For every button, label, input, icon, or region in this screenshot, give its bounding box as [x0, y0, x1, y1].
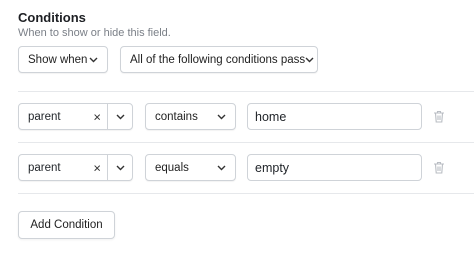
condition-field-value: parent [28, 110, 61, 123]
condition-field-select[interactable]: parent × [18, 103, 133, 130]
divider [18, 193, 474, 194]
condition-value-input[interactable]: home [247, 103, 422, 130]
condition-match-select[interactable]: All of the following conditions pass [120, 46, 318, 73]
field-dropdown-toggle[interactable] [107, 155, 132, 180]
divider [18, 91, 474, 92]
chevron-down-icon [116, 163, 125, 172]
chevron-down-icon [217, 112, 226, 121]
visibility-mode-value: Show when [28, 53, 88, 66]
close-icon[interactable]: × [93, 161, 101, 174]
condition-field-select[interactable]: parent × [18, 154, 133, 181]
condition-match-value: All of the following conditions pass [130, 53, 306, 66]
condition-value-input[interactable]: empty [247, 154, 422, 181]
chevron-down-icon [305, 55, 314, 64]
section-title: Conditions [18, 10, 86, 25]
add-condition-button[interactable]: Add Condition [18, 211, 115, 239]
divider [18, 142, 474, 143]
chevron-down-icon [89, 55, 98, 64]
condition-operator-select[interactable]: contains [145, 103, 236, 130]
condition-operator-select[interactable]: equals [145, 154, 236, 181]
add-condition-label: Add Condition [30, 219, 103, 231]
chevron-down-icon [217, 163, 226, 172]
section-subtitle: When to show or hide this field. [18, 27, 171, 39]
chevron-down-icon [116, 112, 125, 121]
trash-icon[interactable] [433, 161, 445, 174]
condition-field-value: parent [28, 161, 61, 174]
visibility-mode-select[interactable]: Show when [18, 46, 108, 73]
condition-operator-value: equals [155, 161, 189, 174]
condition-field: parent × [19, 104, 107, 129]
condition-field: parent × [19, 155, 107, 180]
trash-icon[interactable] [433, 110, 445, 123]
condition-operator-value: contains [155, 110, 198, 123]
close-icon[interactable]: × [93, 110, 101, 123]
field-dropdown-toggle[interactable] [107, 104, 132, 129]
